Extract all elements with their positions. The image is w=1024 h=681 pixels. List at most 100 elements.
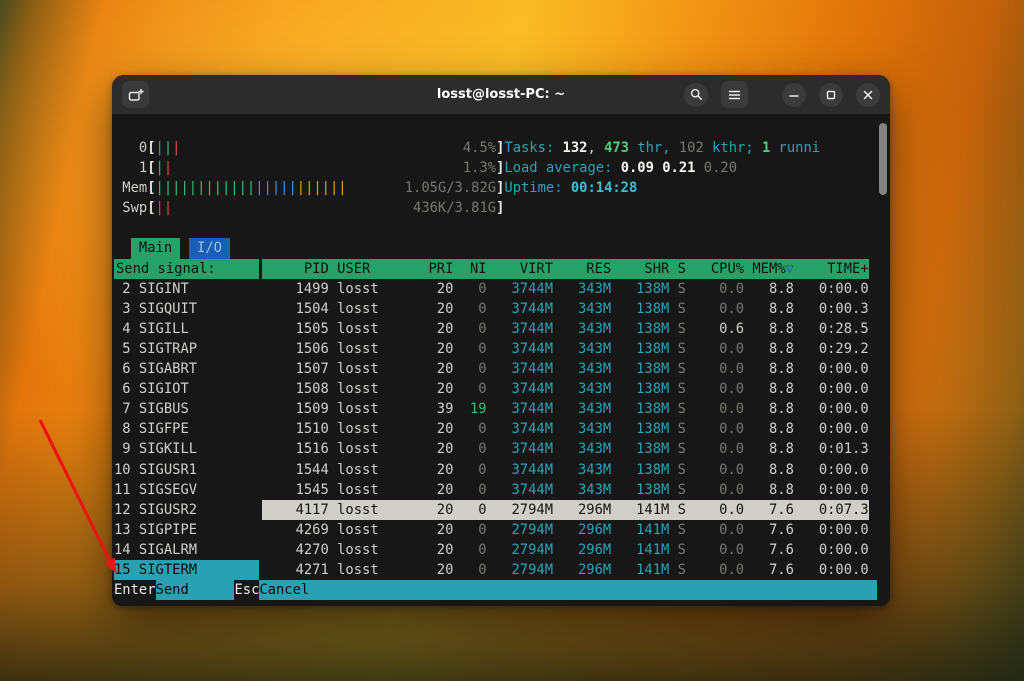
signal-menu-item-sigbus[interactable]: 7 SIGBUS: [114, 399, 259, 419]
column-header-shr[interactable]: SHR: [611, 259, 669, 279]
column-header-pri[interactable]: PRI: [412, 259, 454, 279]
process-cell-res: 296M: [553, 520, 611, 540]
process-cell-ni: 19: [453, 399, 486, 419]
process-cell-user: losst: [329, 480, 412, 500]
search-button[interactable]: [684, 83, 708, 107]
column-header-cpu[interactable]: CPU%: [686, 259, 744, 279]
process-cell-pri: 20: [412, 279, 454, 299]
process-row-1516[interactable]: 1516losst2003744M343M138MS0.08.80:01.3: [262, 439, 868, 459]
process-row-1507[interactable]: 1507losst2003744M343M138MS0.08.80:00.0: [262, 359, 868, 379]
desktop-background: losst@losst-PC: ~: [0, 0, 1024, 681]
signal-name: SIGQUIT: [131, 299, 197, 319]
process-cell-time: 0:29.2: [794, 339, 869, 359]
minimize-button[interactable]: [782, 83, 806, 107]
meter-bracket: [: [147, 158, 155, 178]
maximize-button[interactable]: [819, 83, 843, 107]
signal-number: 6: [114, 359, 131, 379]
function-key-enter: Enter: [114, 580, 156, 600]
process-row-1506[interactable]: 1506losst2003744M343M138MS0.08.80:29.2: [262, 339, 868, 359]
process-cell-mem: 8.8: [744, 460, 794, 480]
tab-io[interactable]: I/O: [189, 238, 231, 258]
process-row-1545[interactable]: 1545losst2003744M343M138MS0.08.80:00.0: [262, 480, 868, 500]
process-row-4269[interactable]: 4269losst2002794M296M141MS0.07.60:00.0: [262, 520, 868, 540]
process-row-1544[interactable]: 1544losst2003744M343M138MS0.08.80:00.0: [262, 460, 868, 480]
cpu0-label: 0: [114, 138, 147, 158]
column-header-time[interactable]: TIME+: [794, 259, 869, 279]
process-cell-shr: 138M: [611, 439, 669, 459]
signal-menu-item-sigquit[interactable]: 3 SIGQUIT: [114, 299, 259, 319]
process-row-1504[interactable]: 1504losst2003744M343M138MS0.08.80:00.3: [262, 299, 868, 319]
close-button[interactable]: [856, 83, 880, 107]
menu-button[interactable]: [721, 81, 748, 108]
process-cell-shr: 141M: [611, 540, 669, 560]
process-row-1508[interactable]: 1508losst2003744M343M138MS0.08.80:00.0: [262, 379, 868, 399]
signal-menu-item-sigsegv[interactable]: 11 SIGSEGV: [114, 480, 259, 500]
process-cell-cpu: 0.0: [686, 500, 744, 520]
signal-menu-item-sigint[interactable]: 2 SIGINT: [114, 279, 259, 299]
process-row-4271[interactable]: 4271losst2002794M296M141MS0.07.60:00.0: [262, 560, 868, 580]
process-cell-pri: 20: [412, 500, 454, 520]
tab-main[interactable]: Main: [131, 238, 181, 258]
process-cell-pri: 20: [412, 560, 454, 580]
column-header-ni[interactable]: NI: [453, 259, 486, 279]
process-row-1509[interactable]: 1509losst39193744M343M138MS0.08.80:00.0: [262, 399, 868, 419]
process-cell-ni: 0: [453, 439, 486, 459]
column-header-mem[interactable]: MEM%▽: [744, 259, 794, 279]
function-key-esc: Esc: [234, 580, 259, 600]
function-action-send[interactable]: Send: [156, 580, 235, 600]
process-row-4270[interactable]: 4270losst2002794M296M141MS0.07.60:00.0: [262, 540, 868, 560]
kthreads-count: 102: [679, 138, 704, 158]
column-header-res[interactable]: RES: [553, 259, 611, 279]
process-row-4117[interactable]: 4117losst2002794M296M141MS0.07.60:07.3: [262, 500, 868, 520]
new-tab-button[interactable]: [122, 81, 149, 108]
signal-menu-item-sigill[interactable]: 4 SIGILL: [114, 319, 259, 339]
signal-name: SIGBUS: [131, 399, 189, 419]
meter-bracket: [: [147, 198, 155, 218]
signal-menu-item-sigfpe[interactable]: 8 SIGFPE: [114, 419, 259, 439]
scrollbar[interactable]: [878, 117, 888, 604]
signal-menu-item-sigiot[interactable]: 6 SIGIOT: [114, 379, 259, 399]
signal-menu-item-sigterm[interactable]: 15 SIGTERM: [114, 560, 259, 580]
signal-menu-item-sigusr1[interactable]: 10 SIGUSR1: [114, 460, 259, 480]
process-row-1510[interactable]: 1510losst2003744M343M138MS0.08.80:00.0: [262, 419, 868, 439]
terminal-body[interactable]: 0[|||4.5%] Tasks: 132, 473 thr, 102 kthr…: [112, 115, 890, 606]
scrollbar-thumb[interactable]: [879, 123, 887, 195]
signal-menu-item-sigabrt[interactable]: 6 SIGABRT: [114, 359, 259, 379]
close-icon: [862, 89, 874, 101]
process-row-1505[interactable]: 1505losst2003744M343M138MS0.68.80:28.5: [262, 319, 868, 339]
column-header-s[interactable]: S: [669, 259, 686, 279]
process-cell-s: S: [669, 480, 686, 500]
column-header-user[interactable]: USER: [329, 259, 412, 279]
signal-menu-item-sigkill[interactable]: 9 SIGKILL: [114, 439, 259, 459]
process-cell-pri: 39: [412, 399, 454, 419]
titlebar[interactable]: losst@losst-PC: ~: [112, 75, 890, 115]
terminal-window: losst@losst-PC: ~: [112, 75, 890, 606]
cpu1-meter-bars: ||: [156, 158, 173, 178]
signal-menu-item-sigalrm[interactable]: 14 SIGALRM: [114, 540, 259, 560]
minimize-icon: [788, 90, 800, 100]
meter-bracket: ]: [496, 138, 504, 158]
signal-menu-item-sigtrap[interactable]: 5 SIGTRAP: [114, 339, 259, 359]
signal-menu-item-sigusr2[interactable]: 12 SIGUSR2: [114, 500, 259, 520]
cpu0-percent: 4.5%: [463, 138, 496, 158]
signal-menu-item-sigpipe[interactable]: 13 SIGPIPE: [114, 520, 259, 540]
signal-number: 15: [114, 560, 131, 580]
function-action-cancel[interactable]: Cancel: [259, 580, 877, 600]
column-header-virt[interactable]: VIRT: [487, 259, 553, 279]
process-cell-user: losst: [329, 279, 412, 299]
process-cell-time: 0:00.0: [794, 359, 869, 379]
process-cell-time: 0:00.0: [794, 560, 869, 580]
process-row-1499[interactable]: 1499losst2003744M343M138MS0.08.80:00.0: [262, 279, 868, 299]
process-cell-virt: 2794M: [487, 560, 553, 580]
process-cell-mem: 8.8: [744, 299, 794, 319]
search-icon: [690, 88, 703, 101]
column-header-pid[interactable]: PID: [262, 259, 328, 279]
process-cell-cpu: 0.0: [686, 299, 744, 319]
process-cell-res: 343M: [553, 339, 611, 359]
process-cell-s: S: [669, 460, 686, 480]
process-cell-time: 0:00.0: [794, 419, 869, 439]
meter-bracket: ]: [496, 178, 504, 198]
process-cell-shr: 138M: [611, 319, 669, 339]
signal-menu-and-process-table: Send signal:PIDUSERPRINIVIRTRESSHRSCPU%M…: [114, 259, 876, 581]
process-cell-ni: 0: [453, 480, 486, 500]
